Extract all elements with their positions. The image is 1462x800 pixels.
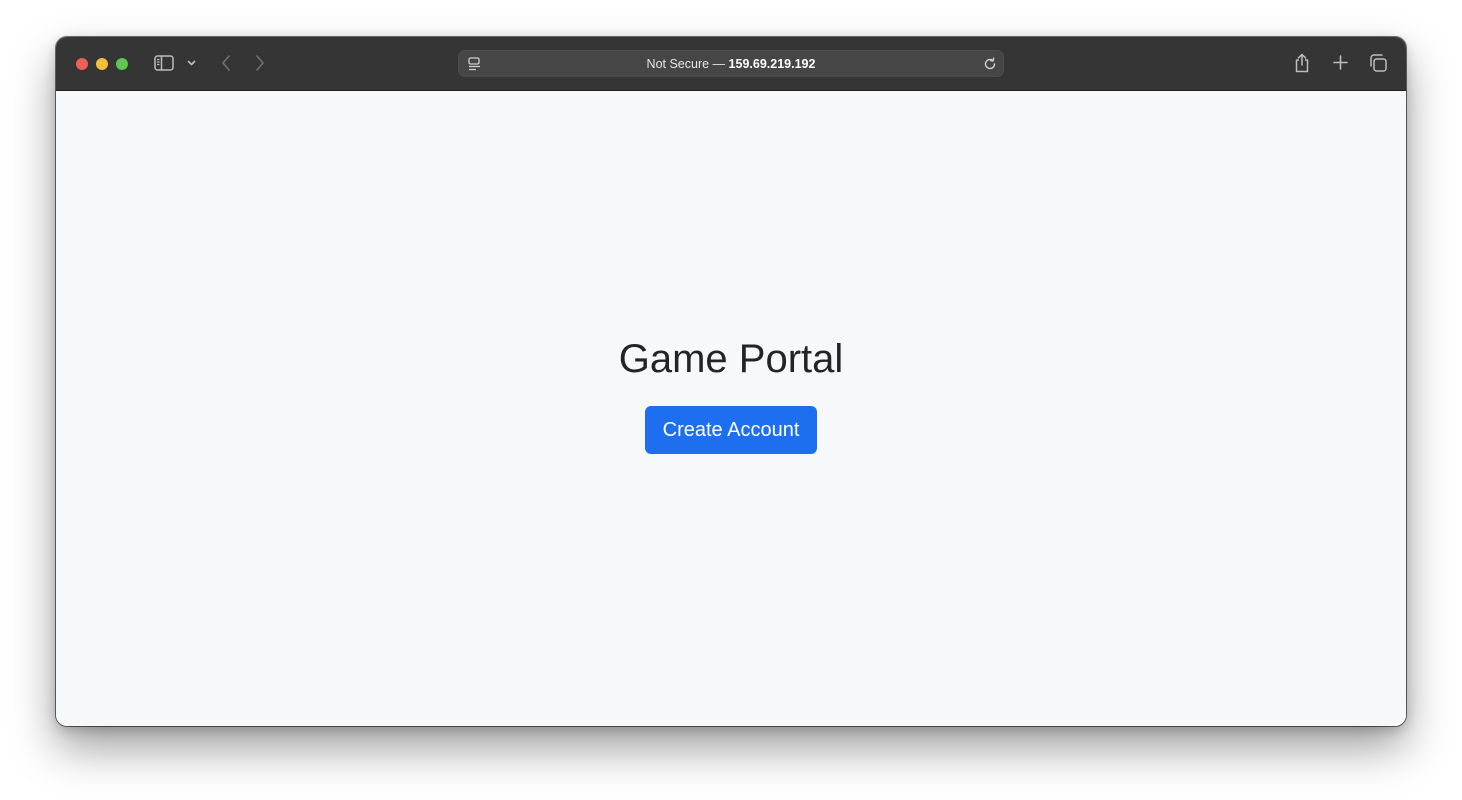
- address-host: 159.69.219.192: [728, 57, 816, 71]
- page-title: Game Portal: [618, 337, 844, 381]
- sidebar-icon[interactable]: [154, 55, 174, 71]
- tabs-overview-icon[interactable]: [1369, 54, 1387, 72]
- reload-icon[interactable]: [983, 57, 997, 71]
- close-window-button[interactable]: [76, 58, 88, 70]
- create-account-button[interactable]: Create Account: [645, 406, 817, 454]
- chevron-left-icon[interactable]: [220, 54, 232, 72]
- chevron-right-icon[interactable]: [254, 54, 266, 72]
- plus-icon[interactable]: [1333, 55, 1348, 70]
- browser-window: Not Secure — 159.69.219.192 Game Portal …: [56, 37, 1406, 726]
- page-content: Game Portal Create Account: [56, 91, 1406, 726]
- address-text[interactable]: Not Secure — 159.69.219.192: [459, 57, 1003, 72]
- maximize-window-button[interactable]: [116, 58, 128, 70]
- share-icon[interactable]: [1294, 53, 1310, 73]
- browser-toolbar: Not Secure — 159.69.219.192: [56, 37, 1406, 91]
- security-label: Not Secure —: [646, 57, 726, 71]
- address-bar[interactable]: Not Secure — 159.69.219.192: [458, 50, 1004, 77]
- chevron-down-icon[interactable]: [187, 59, 196, 67]
- minimize-window-button[interactable]: [96, 58, 108, 70]
